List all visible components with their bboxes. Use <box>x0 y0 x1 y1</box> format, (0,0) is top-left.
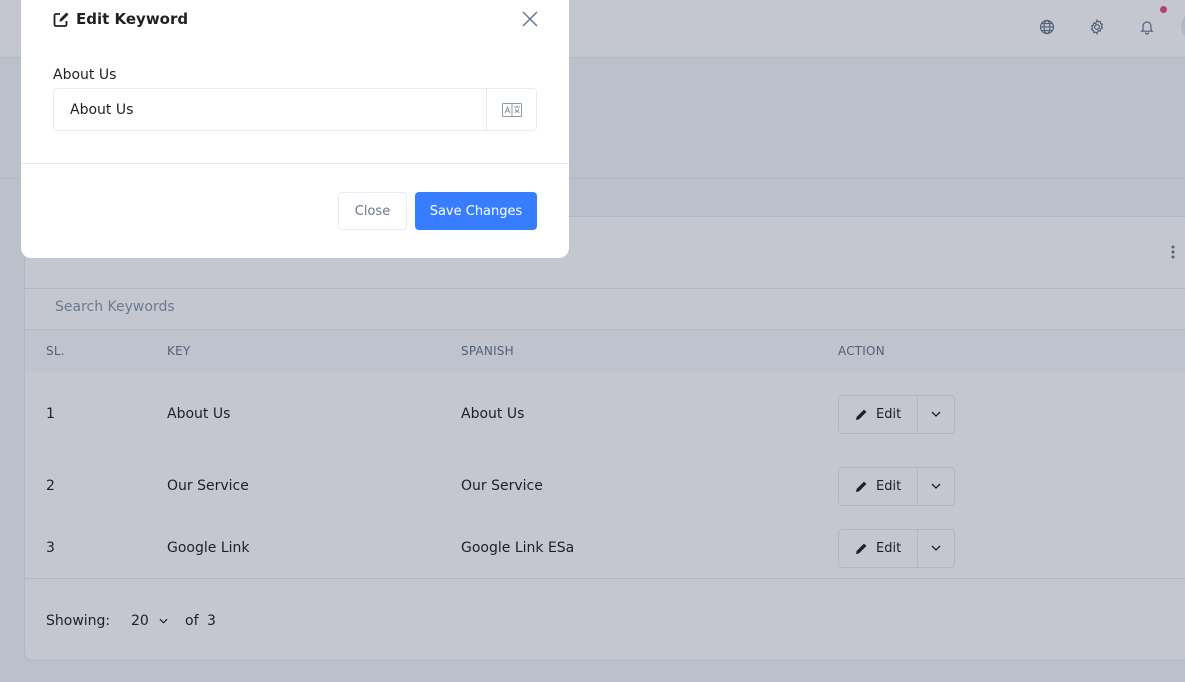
edit-keyword-modal: Edit Keyword About Us Close Save Changes <box>21 0 569 258</box>
keyword-field <box>53 88 537 131</box>
modal-title: Edit Keyword <box>53 10 188 28</box>
close-button[interactable]: Close <box>338 192 407 230</box>
translate-icon[interactable] <box>486 89 536 130</box>
modal-title-text: Edit Keyword <box>76 10 189 28</box>
save-changes-button[interactable]: Save Changes <box>415 192 537 230</box>
keyword-input[interactable] <box>54 89 486 130</box>
modal-divider <box>21 163 569 164</box>
close-icon[interactable] <box>521 10 539 28</box>
field-label: About Us <box>53 67 117 83</box>
edit-square-icon <box>53 12 69 27</box>
